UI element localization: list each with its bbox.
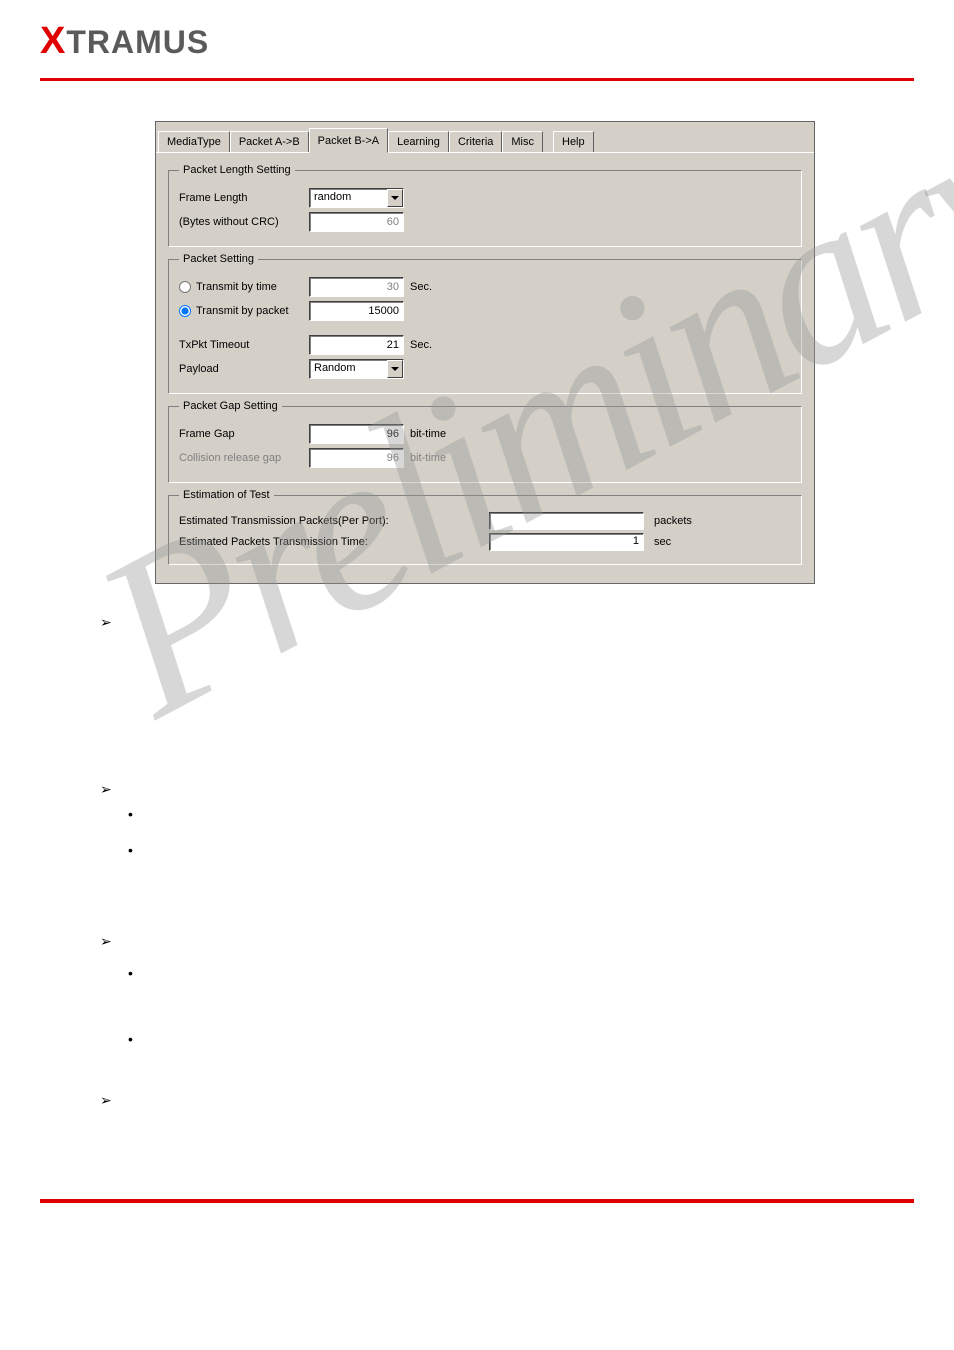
config-dialog: MediaType Packet A->B Packet B->A Learni… [155,121,815,584]
payload-label: Payload [179,363,309,375]
transmit-by-time-radio[interactable]: Transmit by time [179,281,309,293]
legend-packet-setting: Packet Setting [179,253,258,265]
content-area: MediaType Packet A->B Packet B->A Learni… [0,81,954,1139]
frame-length-value: random [310,189,387,207]
logo: XTRAMUS [40,20,914,63]
legend-packet-gap: Packet Gap Setting [179,400,282,412]
dialog-body: Packet Length Setting Frame Length rando… [156,152,814,583]
legend-packet-length: Packet Length Setting [179,164,295,176]
bullet-dot: • [128,842,894,858]
collision-label: Collision release gap [179,452,309,464]
tab-criteria[interactable]: Criteria [449,131,502,152]
footer-divider [40,1199,914,1203]
payload-value: Random [310,360,387,378]
bullet-dot: • [128,1031,894,1047]
payload-combo[interactable]: Random [309,359,404,379]
tab-help[interactable]: Help [553,131,594,152]
logo-rest: TRAMUS [66,24,209,60]
bullet-arrow: ➢ [100,781,894,798]
bytes-input[interactable] [309,212,404,232]
group-packet-setting: Packet Setting Transmit by time Sec. Tra… [168,253,802,394]
est-time-value: 1 [489,533,644,551]
bullet-dot: • [128,965,894,981]
transmit-packet-input[interactable] [309,301,404,321]
bullet-arrow: ➢ [100,614,894,631]
bullet-arrow: ➢ [100,1092,894,1109]
chevron-down-icon[interactable] [387,360,403,378]
group-packet-length: Packet Length Setting Frame Length rando… [168,164,802,247]
frame-gap-unit: bit-time [410,428,446,440]
collision-unit: bit-time [410,452,446,464]
bullet-dot: • [128,806,894,822]
frame-length-combo[interactable]: random [309,188,404,208]
tab-packet-ab[interactable]: Packet A->B [230,131,309,152]
tab-mediatype[interactable]: MediaType [158,131,230,152]
transmit-packet-label: Transmit by packet [196,305,289,317]
radio-transmit-time[interactable] [179,281,191,293]
collision-input[interactable] [309,448,404,468]
frame-gap-label: Frame Gap [179,428,309,440]
est-time-label: Estimated Packets Transmission Time: [179,536,489,548]
frame-gap-input[interactable] [309,424,404,444]
group-estimation: Estimation of Test Estimated Transmissio… [168,489,802,565]
bytes-label: (Bytes without CRC) [179,216,309,228]
tab-packet-ba[interactable]: Packet B->A [309,128,388,153]
bullet-arrow: ➢ [100,933,894,950]
page-header: XTRAMUS [0,0,954,73]
txpkt-unit: Sec. [410,339,432,351]
chevron-down-icon[interactable] [387,189,403,207]
logo-x: X [40,20,66,62]
est-time-unit: sec [654,536,671,548]
est-packets-unit: packets [654,515,692,527]
transmit-time-unit: Sec. [410,281,432,293]
est-packets-value [489,512,644,530]
tab-misc[interactable]: Misc [502,131,543,152]
tab-learning[interactable]: Learning [388,131,449,152]
legend-estimation: Estimation of Test [179,489,274,501]
transmit-time-label: Transmit by time [196,281,277,293]
est-packets-label: Estimated Transmission Packets(Per Port)… [179,515,489,527]
group-packet-gap: Packet Gap Setting Frame Gap bit-time Co… [168,400,802,483]
txpkt-input[interactable] [309,335,404,355]
frame-length-label: Frame Length [179,192,309,204]
transmit-time-input[interactable] [309,277,404,297]
transmit-by-packet-radio[interactable]: Transmit by packet [179,305,309,317]
radio-transmit-packet[interactable] [179,305,191,317]
tab-strip: MediaType Packet A->B Packet B->A Learni… [156,122,814,152]
txpkt-label: TxPkt Timeout [179,339,309,351]
bullet-area: ➢ ➢ • • ➢ • • ➢ [100,614,894,1109]
